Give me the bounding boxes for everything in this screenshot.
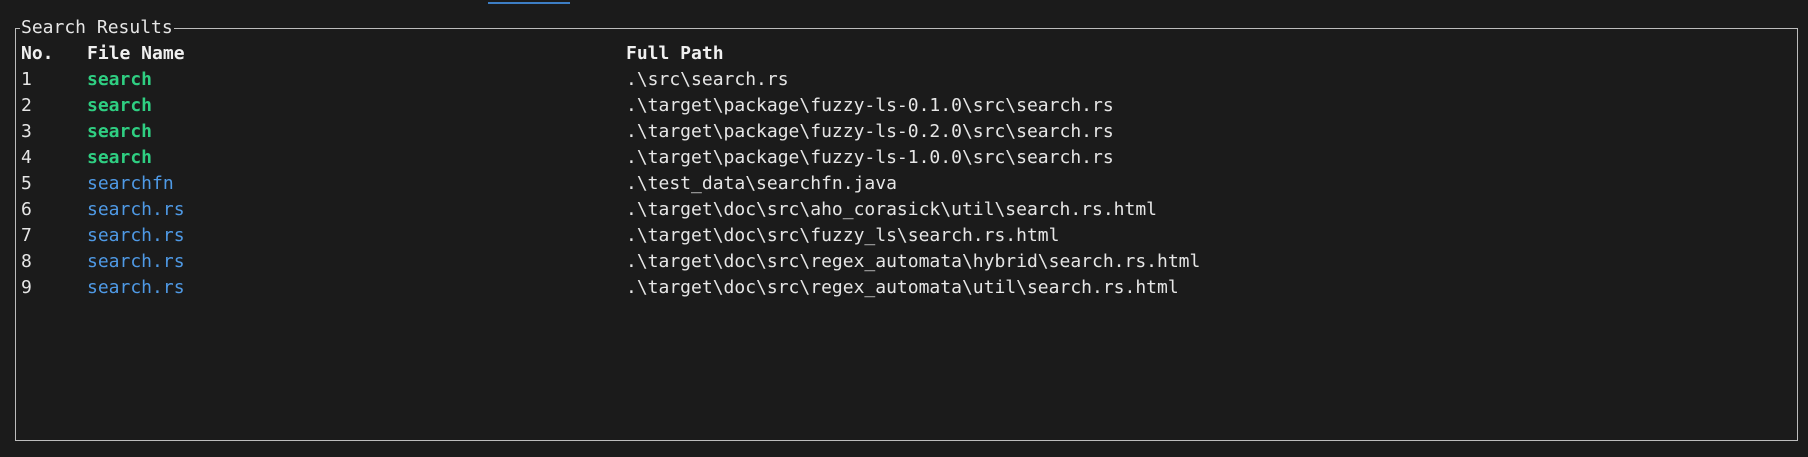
full-path: .\target\package\fuzzy-ls-0.1.0\src\sear… xyxy=(626,95,1114,116)
panel-title: Search Results xyxy=(20,16,174,40)
file-name: search xyxy=(87,147,153,168)
file-name: search.rs xyxy=(87,251,185,272)
file-name: searchfn xyxy=(87,173,174,194)
row-number: 6 xyxy=(21,199,32,220)
row-number: 8 xyxy=(21,251,32,272)
column-header-full-path: Full Path xyxy=(626,43,724,64)
column-header-no: No. xyxy=(21,43,54,64)
table-row[interactable]: 8 search.rs .\target\doc\src\regex_automat… xyxy=(0,249,1808,275)
table-row[interactable]: 1 search .\src\search.rs xyxy=(0,67,1808,93)
table-row[interactable]: 7 search.rs .\target\doc\src\fuzzy_ls\sear… xyxy=(0,223,1808,249)
full-path: .\target\doc\src\aho_corasick\util\searc… xyxy=(626,199,1158,220)
active-tab-indicator xyxy=(488,2,570,4)
row-number: 3 xyxy=(21,121,32,142)
file-name: search xyxy=(87,95,153,116)
table-header: No. File Name Full Path xyxy=(0,41,1808,67)
file-name: search.rs xyxy=(87,199,185,220)
full-path: .\target\doc\src\regex_automata\util\sea… xyxy=(626,277,1179,298)
row-number: 2 xyxy=(21,95,32,116)
full-path: .\src\search.rs xyxy=(626,69,789,90)
full-path: .\test_data\searchfn.java xyxy=(626,173,897,194)
table-row[interactable]: 5 searchfn .\test_data\searchfn.java xyxy=(0,171,1808,197)
row-number: 7 xyxy=(21,225,32,246)
table-row[interactable]: 3 search .\target\package\fuzzy-ls-0.2.0\s… xyxy=(0,119,1808,145)
table-row[interactable]: 4 search .\target\package\fuzzy-ls-1.0.0\s… xyxy=(0,145,1808,171)
row-number: 4 xyxy=(21,147,32,168)
row-number: 9 xyxy=(21,277,32,298)
file-name: search.rs xyxy=(87,225,185,246)
table-row[interactable]: 2 search .\target\package\fuzzy-ls-0.1.0\s… xyxy=(0,93,1808,119)
full-path: .\target\doc\src\regex_automata\hybrid\s… xyxy=(626,251,1201,272)
file-name: search xyxy=(87,121,153,142)
full-path: .\target\doc\src\fuzzy_ls\search.rs.html xyxy=(626,225,1060,246)
table-row[interactable]: 9 search.rs .\target\doc\src\regex_automat… xyxy=(0,275,1808,301)
column-header-file-name: File Name xyxy=(87,43,185,64)
row-number: 5 xyxy=(21,173,32,194)
file-name: search xyxy=(87,69,153,90)
row-number: 1 xyxy=(21,69,32,90)
full-path: .\target\package\fuzzy-ls-0.2.0\src\sear… xyxy=(626,121,1114,142)
file-name: search.rs xyxy=(87,277,185,298)
full-path: .\target\package\fuzzy-ls-1.0.0\src\sear… xyxy=(626,147,1114,168)
table-row[interactable]: 6 search.rs .\target\doc\src\aho_corasick\… xyxy=(0,197,1808,223)
